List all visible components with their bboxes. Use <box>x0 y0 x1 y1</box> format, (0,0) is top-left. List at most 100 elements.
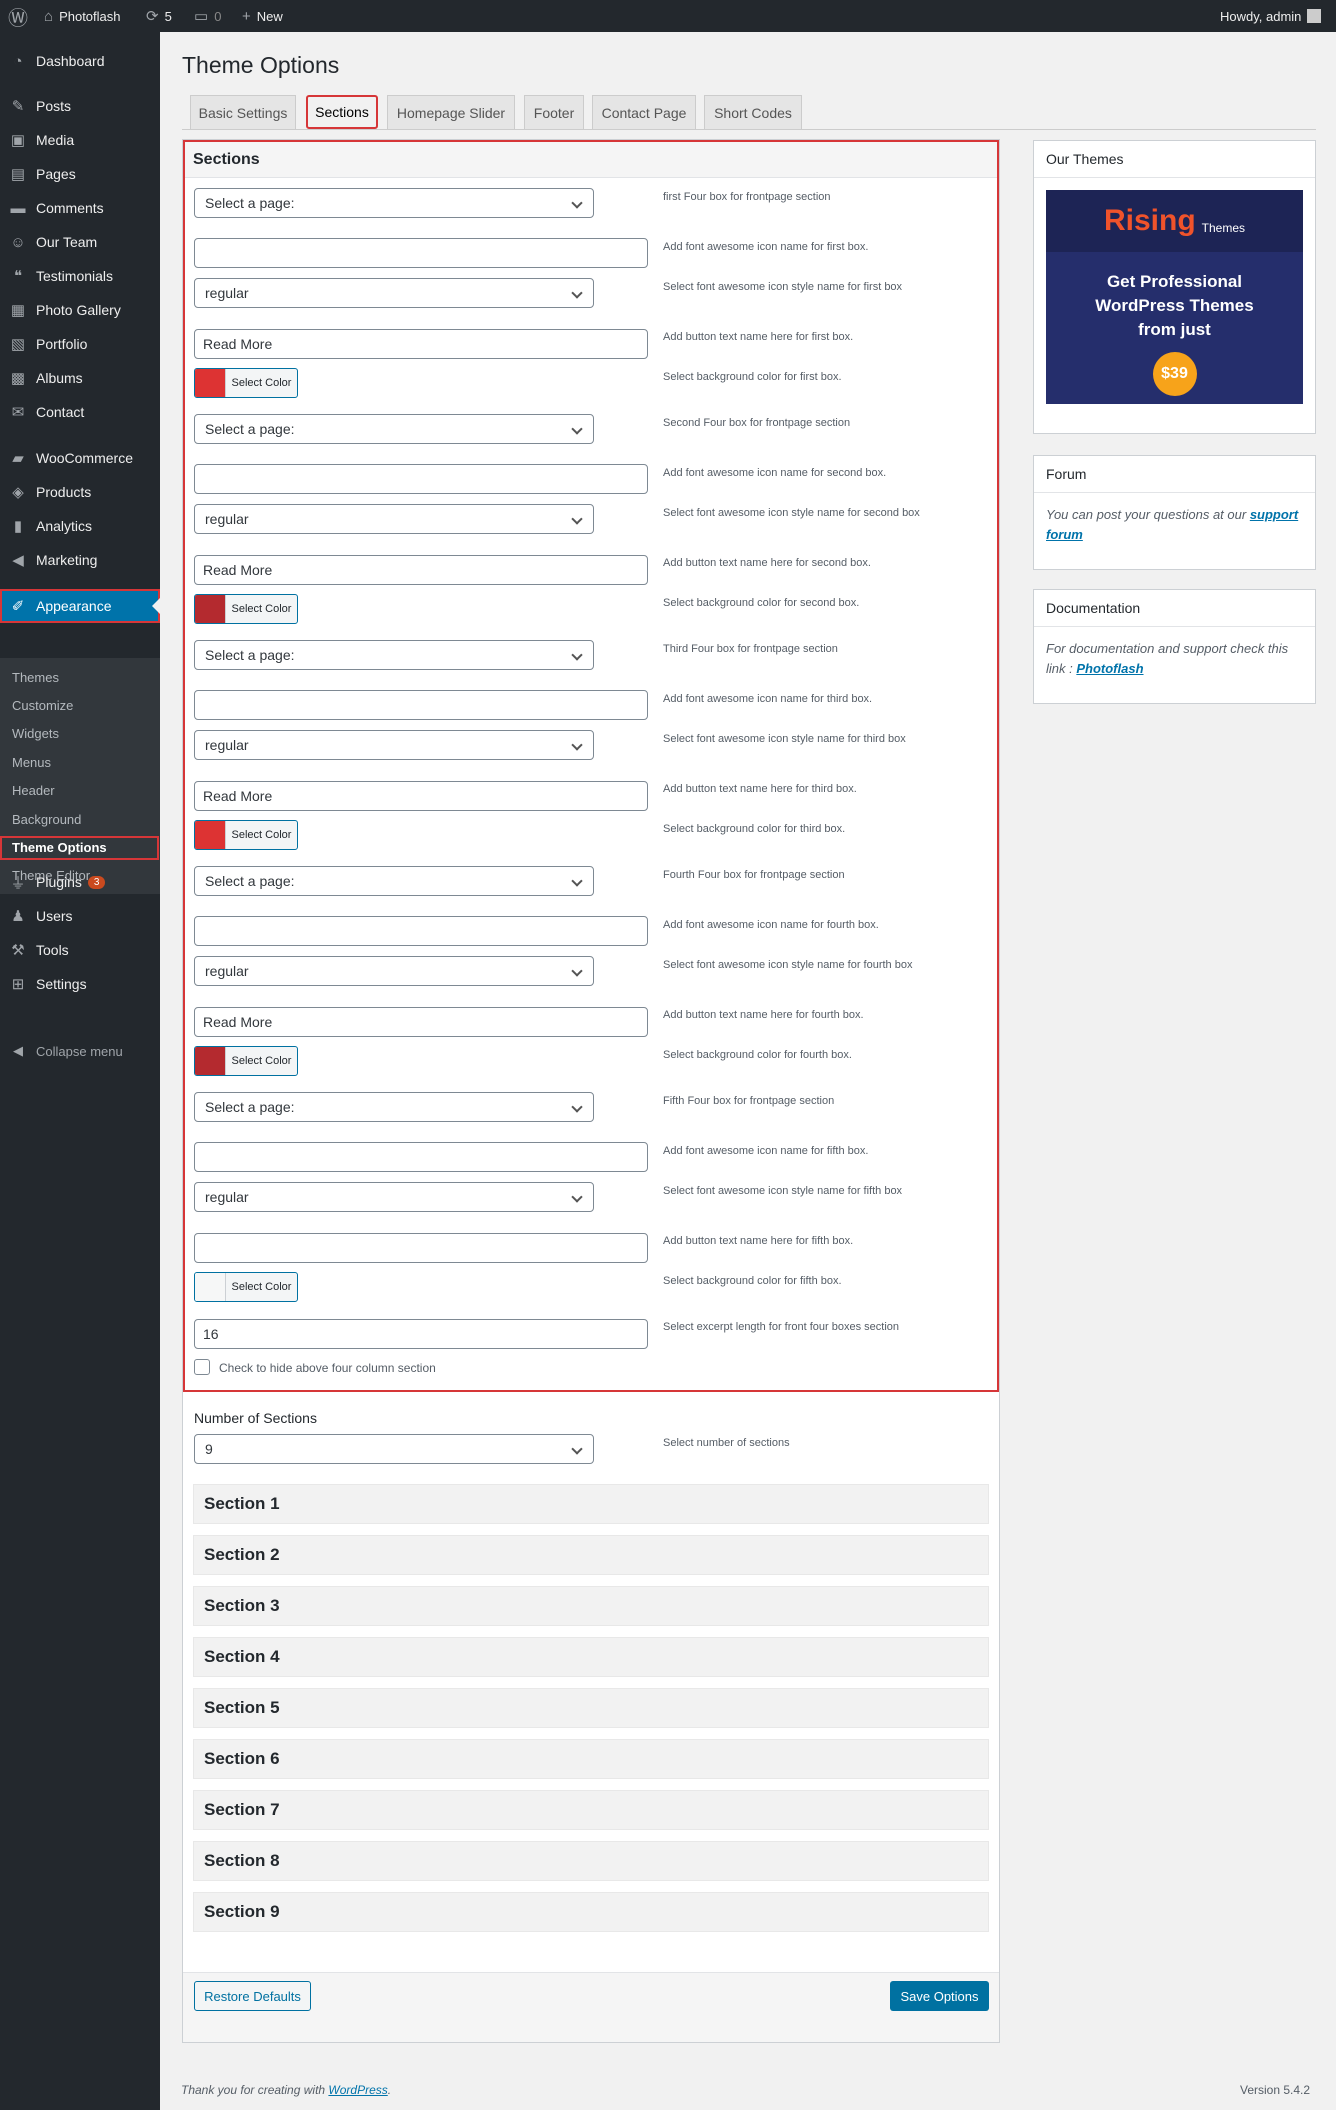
sidebar-item-testimonials[interactable]: ❝ Testimonials <box>0 259 160 293</box>
save-options-button[interactable]: Save Options <box>890 1981 989 2011</box>
tab-basic-settings[interactable]: Basic Settings <box>190 95 296 129</box>
section-accordion-9[interactable]: Section 9 <box>193 1892 989 1932</box>
sidebar-item-photo-gallery[interactable]: ▦ Photo Gallery <box>0 293 160 327</box>
photoflash-docs-link[interactable]: Photoflash <box>1076 661 1143 676</box>
settings-icon: ⊞ <box>11 976 25 993</box>
box2-style-desc: Select font awesome icon style name for … <box>663 507 920 519</box>
box1-page-select[interactable]: Select a page: <box>194 188 594 218</box>
submenu-item-menus[interactable]: Menus <box>12 753 51 773</box>
submenu-item-themes[interactable]: Themes <box>12 668 59 688</box>
box4-button-text-input[interactable]: Read More <box>194 1007 648 1037</box>
box3-style-select[interactable]: regular <box>194 730 594 760</box>
section-accordion-4[interactable]: Section 4 <box>193 1637 989 1677</box>
sidebar-item-dashboard[interactable]: ◔ Dashboard <box>0 44 160 78</box>
sidebar-item-our-team[interactable]: ☺ Our Team <box>0 225 160 259</box>
documentation-title: Documentation <box>1034 590 1315 627</box>
albums-icon: ▩ <box>10 370 26 387</box>
collapse-menu-button[interactable]: ◀ Collapse menu <box>0 1036 160 1066</box>
submenu-item-background[interactable]: Background <box>12 810 81 830</box>
box1-button-text-input[interactable]: Read More <box>194 329 648 359</box>
submenu-item-widgets[interactable]: Widgets <box>12 724 59 744</box>
sidebar-item-plugins[interactable]: ⏚ Plugins 3 <box>0 865 160 899</box>
submenu-item-customize[interactable]: Customize <box>12 696 73 716</box>
box2-style-select[interactable]: regular <box>194 504 594 534</box>
box5-button-text-input[interactable] <box>194 1233 648 1263</box>
section-accordion-2[interactable]: Section 2 <box>193 1535 989 1575</box>
hide-four-column-checkbox[interactable] <box>194 1359 210 1375</box>
number-of-sections-label: Number of Sections <box>194 1410 317 1426</box>
hide-four-column-label: Check to hide above four column section <box>219 1361 436 1375</box>
sidebar-item-tools[interactable]: ⚒ Tools <box>0 933 160 967</box>
sidebar-item-pages[interactable]: ▤ Pages <box>0 157 160 191</box>
box5-page-select[interactable]: Select a page: <box>194 1092 594 1122</box>
sidebar-item-analytics[interactable]: ▮ Analytics <box>0 509 160 543</box>
sidebar-item-comments[interactable]: ▬ Comments <box>0 191 160 225</box>
box2-button-text-input[interactable]: Read More <box>194 555 648 585</box>
sidebar-item-appearance[interactable]: ✐ Appearance <box>0 589 160 623</box>
box3-icon-input[interactable] <box>194 690 648 720</box>
box5-color-picker[interactable]: Select Color <box>194 1272 298 1302</box>
section-accordion-6[interactable]: Section 6 <box>193 1739 989 1779</box>
sidebar-item-users[interactable]: ♟ Users <box>0 899 160 933</box>
sidebar-item-media[interactable]: ▣ Media <box>0 123 160 157</box>
rising-themes-banner[interactable]: Rising Themes Get Professional WordPress… <box>1046 190 1303 404</box>
box1-color-desc: Select background color for first box. <box>663 371 842 383</box>
sidebar-item-posts[interactable]: ✎ Posts <box>0 89 160 123</box>
tab-short-codes[interactable]: Short Codes <box>704 95 802 129</box>
box3-button-desc: Add button text name here for third box. <box>663 783 857 795</box>
box2-color-picker[interactable]: Select Color <box>194 594 298 624</box>
section-accordion-8[interactable]: Section 8 <box>193 1841 989 1881</box>
media-icon: ▣ <box>10 132 26 149</box>
submenu-item-header[interactable]: Header <box>12 781 55 801</box>
box1-style-select[interactable]: regular <box>194 278 594 308</box>
box1-icon-desc: Add font awesome icon name for first box… <box>663 241 869 253</box>
wordpress-logo-icon[interactable]: Ⓦ <box>8 0 28 32</box>
gallery-icon: ▦ <box>10 302 26 319</box>
section-accordion-1[interactable]: Section 1 <box>193 1484 989 1524</box>
box1-color-picker[interactable]: Select Color <box>194 368 298 398</box>
sidebar-item-marketing[interactable]: ◀ Marketing <box>0 543 160 577</box>
box4-icon-input[interactable] <box>194 916 648 946</box>
box3-button-text-input[interactable]: Read More <box>194 781 648 811</box>
sidebar-item-albums[interactable]: ▩ Albums <box>0 361 160 395</box>
section-accordion-5[interactable]: Section 5 <box>193 1688 989 1728</box>
site-name-link[interactable]: ⌂ Photoflash <box>44 0 121 32</box>
sidebar-item-contact[interactable]: ✉ Contact <box>0 395 160 429</box>
sidebar-item-woocommerce[interactable]: ▰ WooCommerce <box>0 441 160 475</box>
box2-icon-input[interactable] <box>194 464 648 494</box>
tab-contact-page[interactable]: Contact Page <box>592 95 696 129</box>
new-content-link[interactable]: + New <box>242 0 283 32</box>
box5-color-desc: Select background color for fifth box. <box>663 1275 842 1287</box>
box5-icon-input[interactable] <box>194 1142 648 1172</box>
tab-homepage-slider[interactable]: Homepage Slider <box>387 95 515 129</box>
box2-color-desc: Select background color for second box. <box>663 597 860 609</box>
tab-footer[interactable]: Footer <box>524 95 584 129</box>
sidebar-item-settings[interactable]: ⊞ Settings <box>0 967 160 1001</box>
box4-color-picker[interactable]: Select Color <box>194 1046 298 1076</box>
account-link[interactable]: Howdy, admin <box>1220 0 1322 32</box>
box2-page-select[interactable]: Select a page: <box>194 414 594 444</box>
portfolio-icon: ▧ <box>10 336 26 353</box>
box3-page-select[interactable]: Select a page: <box>194 640 594 670</box>
box3-color-desc: Select background color for third box. <box>663 823 846 835</box>
excerpt-length-input[interactable]: 16 <box>194 1319 648 1349</box>
box5-style-select[interactable]: regular <box>194 1182 594 1212</box>
submenu-item-theme-options[interactable]: Theme Options <box>0 836 159 860</box>
wordpress-link[interactable]: WordPress <box>328 2083 387 2097</box>
box3-color-picker[interactable]: Select Color <box>194 820 298 850</box>
box1-page-desc: first Four box for frontpage section <box>663 191 831 203</box>
number-of-sections-select[interactable]: 9 <box>194 1434 594 1464</box>
box4-style-select[interactable]: regular <box>194 956 594 986</box>
tab-sections[interactable]: Sections <box>306 95 378 129</box>
section-accordion-7[interactable]: Section 7 <box>193 1790 989 1830</box>
box4-page-select[interactable]: Select a page: <box>194 866 594 896</box>
section-accordion-3[interactable]: Section 3 <box>193 1586 989 1626</box>
our-themes-title: Our Themes <box>1034 141 1315 178</box>
sidebar-item-products[interactable]: ◈ Products <box>0 475 160 509</box>
sidebar-item-portfolio[interactable]: ▧ Portfolio <box>0 327 160 361</box>
restore-defaults-button[interactable]: Restore Defaults <box>194 1981 311 2011</box>
box1-icon-input[interactable] <box>194 238 648 268</box>
updates-link[interactable]: ⟳ 5 <box>146 0 172 32</box>
color-swatch <box>195 1047 225 1075</box>
comments-link[interactable]: ▭ 0 <box>194 0 221 32</box>
